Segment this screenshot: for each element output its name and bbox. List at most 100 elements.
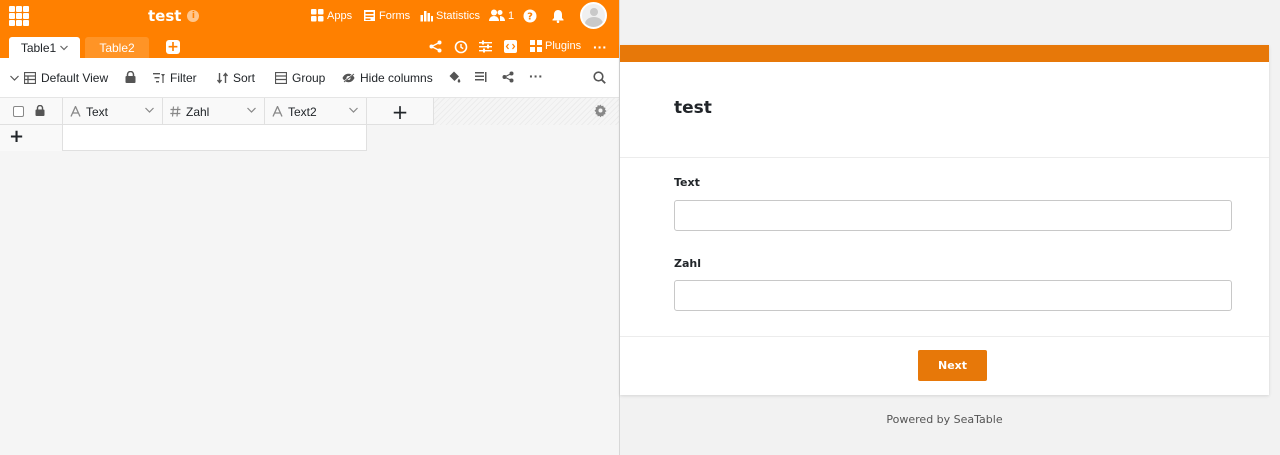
app-header: test i Apps Forms Statistics 1 ? Table1 … — [0, 0, 619, 58]
grid-header-filler — [434, 98, 619, 125]
app-grid-icon[interactable] — [9, 6, 29, 26]
script-icon — [504, 40, 517, 53]
sort-icon — [217, 72, 228, 84]
tab-table2-label: Table2 — [99, 40, 135, 55]
column-name: Zahl — [186, 104, 210, 119]
apps-icon — [311, 9, 324, 22]
form-accent-bar — [620, 45, 1269, 62]
collaborators-count: 1 — [508, 9, 515, 22]
chevron-down-icon[interactable] — [247, 107, 256, 113]
tab-table2[interactable]: Table2 — [85, 37, 149, 58]
bell-icon — [552, 10, 564, 23]
forms-label: Forms — [379, 9, 411, 22]
divider — [620, 157, 1269, 158]
script-button[interactable] — [504, 40, 517, 53]
text-icon — [70, 106, 81, 117]
select-all-checkbox[interactable] — [13, 106, 24, 117]
text-icon — [272, 106, 283, 117]
form-title: test — [674, 98, 712, 118]
column-header-zahl[interactable]: Zahl — [163, 98, 265, 125]
sort-label: Sort — [233, 71, 256, 85]
statistics-button[interactable]: Statistics — [420, 9, 480, 22]
statistics-icon — [420, 11, 433, 22]
text-field[interactable] — [674, 200, 1232, 231]
apps-label: Apps — [327, 9, 353, 22]
search-icon — [593, 71, 606, 84]
row-header-cell — [0, 98, 63, 125]
gear-icon[interactable] — [594, 104, 607, 117]
group-label: Group — [292, 71, 326, 85]
table-view-icon — [24, 72, 36, 84]
divider — [620, 336, 1269, 337]
base-title-wrap: test i — [148, 7, 200, 25]
row-color-button[interactable] — [449, 71, 461, 83]
history-button[interactable] — [454, 40, 468, 54]
forms-icon — [364, 10, 375, 21]
group-icon — [275, 72, 287, 84]
group-button[interactable]: Group — [275, 71, 325, 85]
share-icon — [429, 40, 442, 53]
row-header-cell: + — [0, 125, 63, 151]
collaborators-button[interactable]: 1 — [489, 9, 514, 22]
help-button[interactable]: ? — [523, 9, 537, 23]
row-height-icon — [475, 72, 487, 82]
info-icon[interactable]: i — [187, 10, 200, 22]
table-app-pane: test i Apps Forms Statistics 1 ? Table1 … — [0, 0, 620, 455]
chevron-down-icon[interactable] — [349, 107, 358, 113]
field-label-zahl: Zahl — [674, 257, 702, 270]
chevron-down-icon[interactable] — [60, 45, 69, 51]
share-view-button[interactable] — [502, 71, 514, 83]
tab-table1[interactable]: Table1 — [9, 37, 80, 58]
view-name: Default View — [41, 71, 109, 85]
filter-button[interactable]: Filter — [153, 71, 197, 85]
settings-sliders-button[interactable] — [479, 40, 492, 53]
plugins-icon — [530, 40, 542, 52]
add-row: + — [0, 125, 367, 151]
powered-by-text: Powered by SeaTable — [886, 413, 1003, 426]
view-selector[interactable]: Default View — [10, 71, 108, 85]
next-button[interactable]: Next — [918, 350, 987, 381]
lock-view-button[interactable] — [125, 71, 136, 83]
share-icon — [502, 71, 514, 83]
avatar[interactable] — [580, 2, 607, 29]
number-icon — [170, 106, 181, 117]
lock-icon — [125, 71, 136, 83]
row-height-button[interactable] — [475, 71, 487, 83]
more-icon[interactable]: ··· — [593, 39, 607, 55]
chevron-down-icon[interactable] — [145, 107, 154, 113]
statistics-label: Statistics — [436, 9, 481, 22]
chevron-down-icon — [10, 75, 19, 81]
forms-button[interactable]: Forms — [363, 9, 410, 22]
hide-columns-button[interactable]: Hide columns — [342, 71, 433, 85]
column-name: Text2 — [288, 104, 317, 119]
filter-icon — [153, 73, 165, 83]
more-icon[interactable]: ··· — [529, 68, 543, 84]
users-icon — [489, 9, 505, 21]
tab-table1-label: Table1 — [20, 40, 57, 55]
history-icon — [454, 40, 468, 54]
svg-text:?: ? — [527, 12, 533, 23]
column-name: Text — [86, 104, 109, 119]
share-button[interactable] — [429, 40, 442, 53]
notifications-button[interactable] — [551, 9, 565, 23]
add-column-button[interactable]: + — [367, 98, 434, 125]
column-header-text2[interactable]: Text2 — [265, 98, 367, 125]
field-label-text: Text — [674, 176, 700, 189]
zahl-field[interactable] — [674, 280, 1232, 311]
filter-label: Filter — [170, 71, 197, 85]
view-toolbar: Default View Filter Sort Group Hide colu… — [0, 58, 619, 98]
search-button[interactable] — [593, 71, 606, 84]
lock-icon[interactable] — [35, 105, 45, 116]
apps-button[interactable]: Apps — [311, 9, 352, 22]
eye-icon — [342, 73, 355, 83]
base-title[interactable]: test — [148, 7, 181, 25]
sliders-icon — [479, 40, 492, 53]
column-header-text[interactable]: Text — [63, 98, 163, 125]
add-row-icon[interactable]: + — [9, 127, 24, 147]
plugins-button[interactable]: Plugins — [530, 40, 581, 52]
form-preview-pane: test Text Zahl Next Powered by SeaTable — [620, 0, 1280, 455]
grid-header: Text Zahl Text2 + — [0, 98, 434, 125]
add-table-icon[interactable]: + — [166, 40, 180, 54]
plugins-label: Plugins — [545, 40, 582, 52]
sort-button[interactable]: Sort — [217, 71, 255, 85]
